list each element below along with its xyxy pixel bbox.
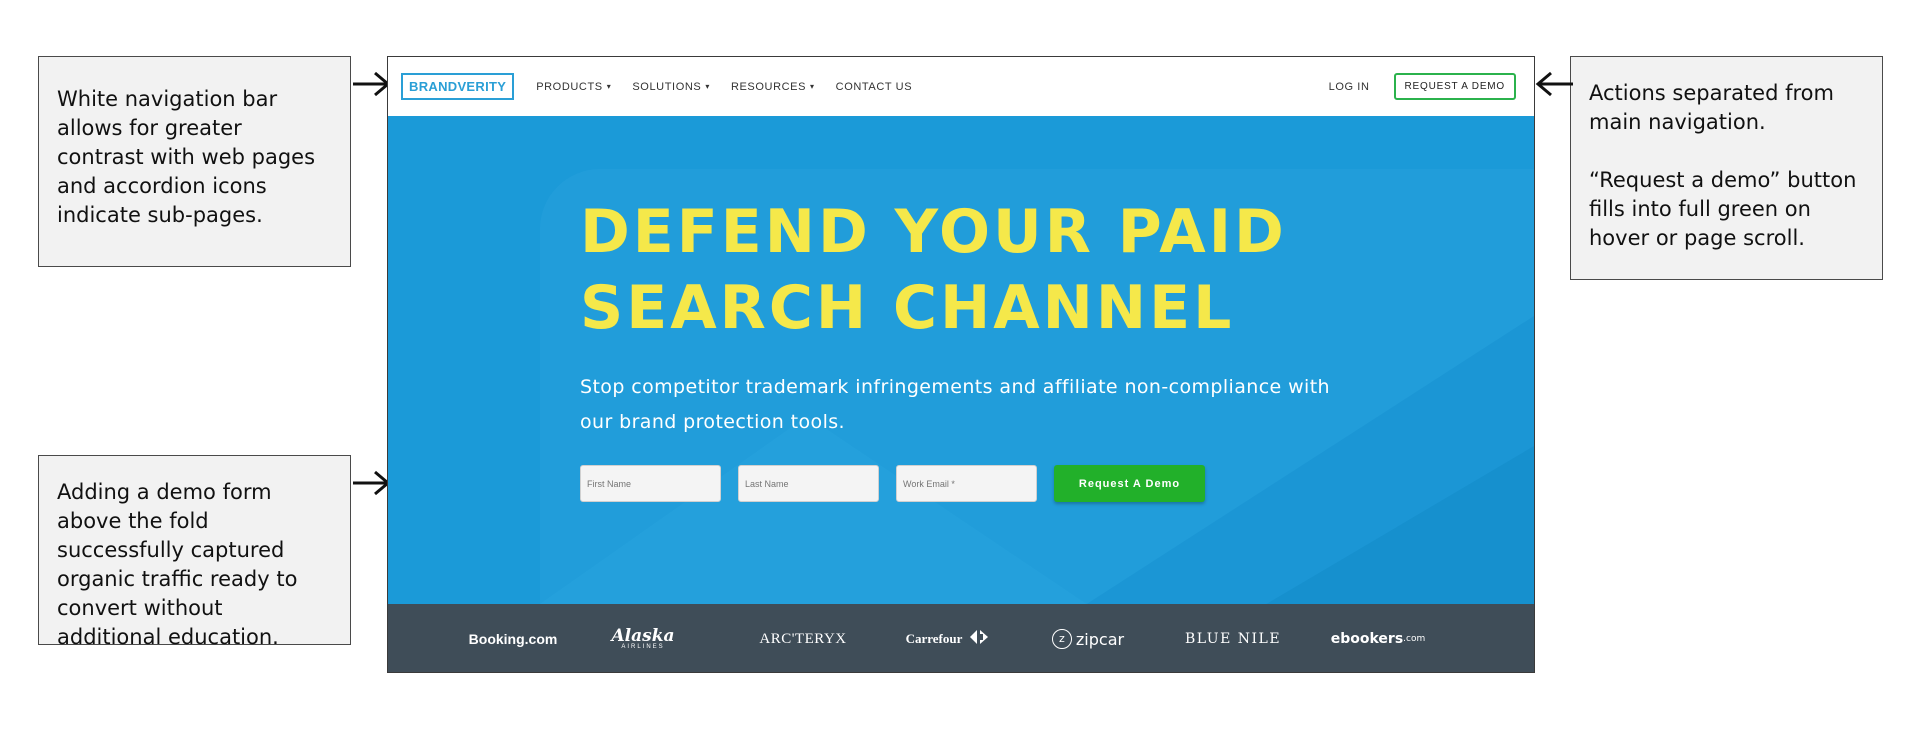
navigation-bar: BRANDVERITY PRODUCTS ▾ SOLUTIONS ▾ RESOU…: [388, 57, 1534, 116]
arrow-right-icon: [351, 469, 391, 497]
request-demo-nav-button[interactable]: REQUEST A DEMO: [1393, 73, 1516, 100]
annotation-form-note: Adding a demo form above the fold succes…: [38, 455, 351, 649]
hero-background-pattern: [539, 316, 1534, 604]
nav-item-label: RESOURCES: [730, 80, 807, 93]
work-email-input[interactable]: [896, 465, 1037, 502]
ebookers-logo: ebookers .com: [1328, 604, 1428, 672]
carrefour-icon: [968, 629, 990, 650]
alaska-wordmark: Alaska: [611, 626, 675, 646]
blue-nile-logo: BLUE NILE: [1184, 631, 1282, 647]
last-name-input[interactable]: [738, 465, 879, 502]
hero-section: DEFEND YOUR PAID SEARCH CHANNEL Stop com…: [388, 116, 1534, 604]
arrow-right-icon: [351, 70, 391, 98]
carrefour-logo: Carrefour: [898, 604, 998, 672]
caret-down-icon: ▾: [810, 82, 815, 91]
annotation-nav-note: White navigation bar allows for greater …: [38, 56, 351, 267]
nav-item-label: CONTACT US: [835, 80, 913, 93]
caret-down-icon: ▾: [606, 82, 612, 91]
login-link[interactable]: LOG IN: [1329, 81, 1370, 93]
customer-logo-strip: Booking.com Alaska AIRLINES ARC'TERYX Ca…: [388, 604, 1534, 672]
nav-item-products[interactable]: PRODUCTS ▾: [536, 81, 611, 93]
nav-item-label: SOLUTIONS: [632, 80, 702, 93]
request-demo-submit-button[interactable]: Request A Demo: [1054, 465, 1205, 502]
hero-subheadline: Stop competitor trademark infringements …: [580, 376, 1330, 433]
zipcar-wordmark: zipcar: [1075, 629, 1125, 649]
brandverity-logo[interactable]: BRANDVERITY: [401, 73, 515, 100]
zipcar-logo: z zipcar: [1048, 604, 1128, 672]
nav-item-contact-us[interactable]: CONTACT US: [836, 81, 913, 93]
ebookers-wordmark: ebookers: [1330, 631, 1404, 647]
nav-item-label: PRODUCTS: [536, 80, 603, 93]
first-name-input[interactable]: [580, 465, 721, 502]
arrow-left-icon: [1535, 70, 1575, 98]
ebookers-suffix: .com: [1403, 634, 1426, 644]
caret-down-icon: ▾: [705, 82, 710, 91]
nav-item-resources[interactable]: RESOURCES ▾: [731, 81, 815, 93]
zipcar-icon: z: [1051, 629, 1072, 649]
arcteryx-logo: ARC'TERYX: [759, 630, 847, 647]
hero-headline: DEFEND YOUR PAID SEARCH CHANNEL: [580, 197, 1287, 343]
carrefour-wordmark: Carrefour: [905, 631, 963, 646]
website-frame: BRANDVERITY PRODUCTS ▾ SOLUTIONS ▾ RESOU…: [387, 56, 1535, 673]
annotation-actions-note: Actions separated from main navigation. …: [1570, 56, 1883, 280]
alaska-airlines-logo: Alaska AIRLINES: [603, 604, 683, 672]
booking-logo: Booking.com: [468, 631, 558, 647]
alaska-subtext: AIRLINES: [621, 644, 665, 650]
nav-item-solutions[interactable]: SOLUTIONS ▾: [632, 81, 710, 93]
